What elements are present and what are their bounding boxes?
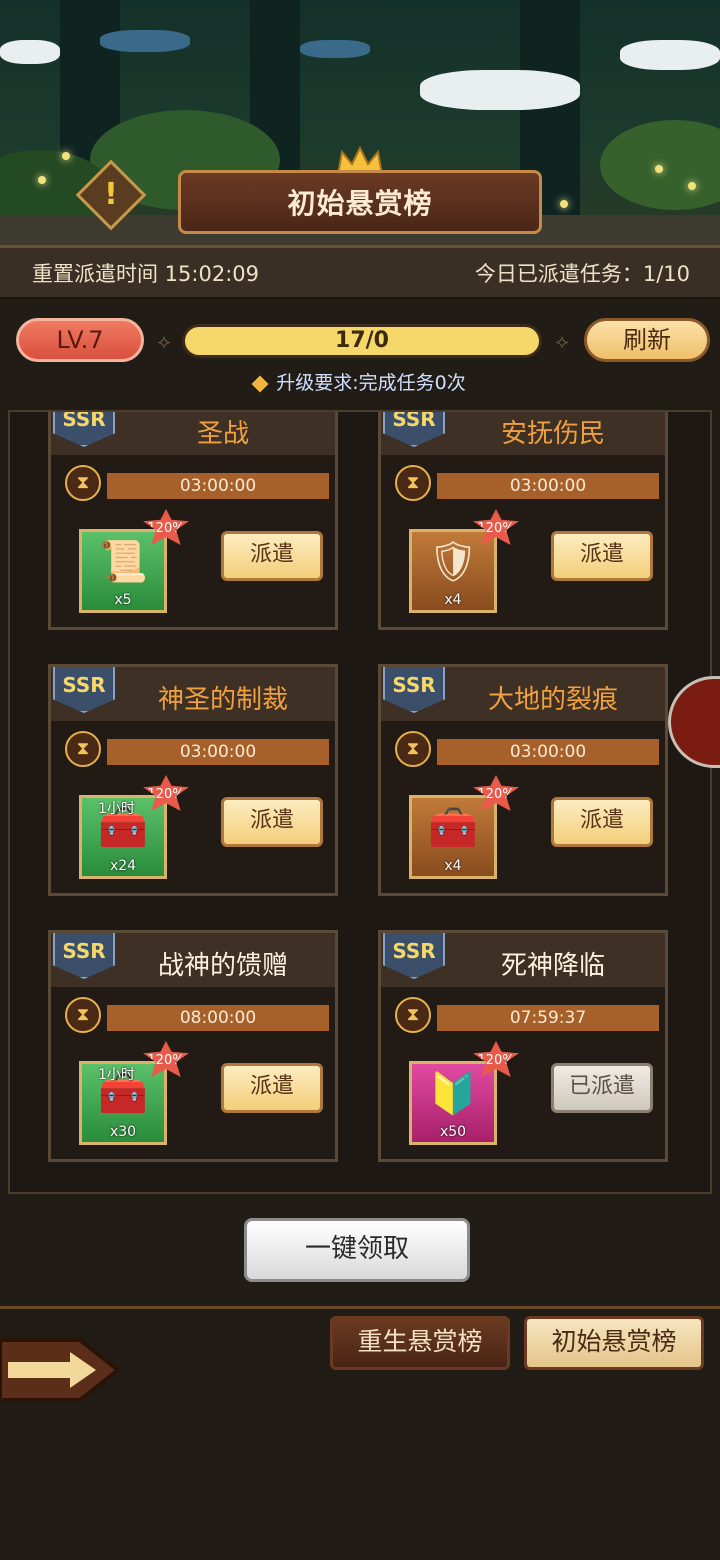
reward-quantity: x4	[444, 858, 462, 874]
mission-card: SSR 神圣的制裁 ⧗ 03:00:00 🧰 1小时 x24 120% 派遣	[48, 664, 338, 896]
mission-title: 战神的馈赠	[157, 951, 288, 981]
scroll-icon: 📜	[98, 539, 148, 585]
hourglass-icon: ⧗	[65, 731, 101, 767]
mission-card: SSR 战神的馈赠 ⧗ 08:00:00 🧰 1小时 x30 120% 派遣	[48, 930, 338, 1162]
tab-rebirth-bounty[interactable]: 重生悬赏榜	[330, 1316, 510, 1370]
tab-initial-bounty[interactable]: 初始悬赏榜	[524, 1316, 704, 1370]
reward-duration: 1小时	[98, 801, 135, 817]
reward-quantity: x50	[439, 1124, 467, 1140]
dispatched-button[interactable]: 已派遣	[551, 1063, 653, 1113]
mission-timer: 08:00:00	[107, 1005, 329, 1031]
reward-quantity: x30	[109, 1124, 137, 1140]
hourglass-icon: ⧗	[65, 997, 101, 1033]
hourglass-icon: ⧗	[395, 731, 431, 767]
mission-title: 大地的裂痕	[487, 685, 618, 715]
mission-title: 神圣的制裁	[157, 685, 288, 715]
mission-card: SSR 大地的裂痕 ⧗ 03:00:00 🧰 x4 120% 派遣	[378, 664, 668, 896]
mission-timer: 03:00:00	[437, 473, 659, 499]
upgrade-requirement: 升级要求:完成任务0次	[0, 368, 720, 395]
dispatch-button[interactable]: 派遣	[221, 797, 323, 847]
ornament-icon: ⟡	[157, 329, 171, 353]
daily-dispatch-count: 今日已派遣任务：1/10	[474, 262, 690, 286]
page-title: 初始悬赏榜	[287, 187, 433, 220]
armor-icon: 🛡	[427, 539, 479, 585]
diamond-icon	[251, 375, 269, 392]
red-chest-icon: 🧰	[428, 805, 478, 851]
title-plate: 初始悬赏榜	[178, 170, 542, 234]
hourglass-icon: ⧗	[395, 465, 431, 501]
requirement-text: 升级要求:完成任务0次	[276, 372, 466, 394]
exclamation-icon: !	[104, 177, 118, 212]
dispatch-button[interactable]: 派遣	[551, 797, 653, 847]
mission-card: SSR 安抚伤民 ⧗ 03:00:00 🛡 x4 120% 派遣	[378, 412, 668, 630]
hourglass-icon: ⧗	[395, 997, 431, 1033]
mission-timer: 03:00:00	[107, 473, 329, 499]
back-arrow-button[interactable]	[0, 1320, 120, 1420]
level-progress-bar: 17/0	[182, 324, 542, 358]
mission-timer: 03:00:00	[107, 739, 329, 765]
reward-duration: 1小时	[98, 1067, 135, 1083]
claim-all-button[interactable]: 一键领取	[244, 1218, 470, 1282]
mission-title: 圣战	[196, 419, 249, 449]
dispatch-button[interactable]: 派遣	[551, 531, 653, 581]
mission-title: 安抚伤民	[500, 419, 605, 449]
ornament-icon: ⟡	[555, 329, 569, 353]
divider	[0, 1306, 720, 1309]
mission-card: SSR 死神降临 ⧗ 07:59:37 🔰 x50 120% 已派遣	[378, 930, 668, 1162]
refresh-button[interactable]: 刷新	[584, 318, 710, 362]
reward-quantity: x24	[109, 858, 137, 874]
mission-timer: 07:59:37	[437, 1005, 659, 1031]
mission-list[interactable]: SSR 圣战 ⧗ 03:00:00 📜 x5 120% 派遣 SSR 安抚伤民 …	[8, 410, 712, 1194]
mission-card: SSR 圣战 ⧗ 03:00:00 📜 x5 120% 派遣	[48, 412, 338, 630]
reward-quantity: x5	[114, 592, 132, 608]
dispatch-button[interactable]: 派遣	[221, 1063, 323, 1113]
hourglass-icon: ⧗	[65, 465, 101, 501]
level-badge: LV.7	[16, 318, 144, 362]
mission-title: 死神降临	[500, 951, 605, 981]
reward-quantity: x4	[444, 592, 462, 608]
reset-time-label: 重置派遣时间 15:02:09	[32, 262, 259, 286]
emblem-icon: 🔰	[428, 1071, 478, 1117]
dispatch-button[interactable]: 派遣	[221, 531, 323, 581]
mission-timer: 03:00:00	[437, 739, 659, 765]
